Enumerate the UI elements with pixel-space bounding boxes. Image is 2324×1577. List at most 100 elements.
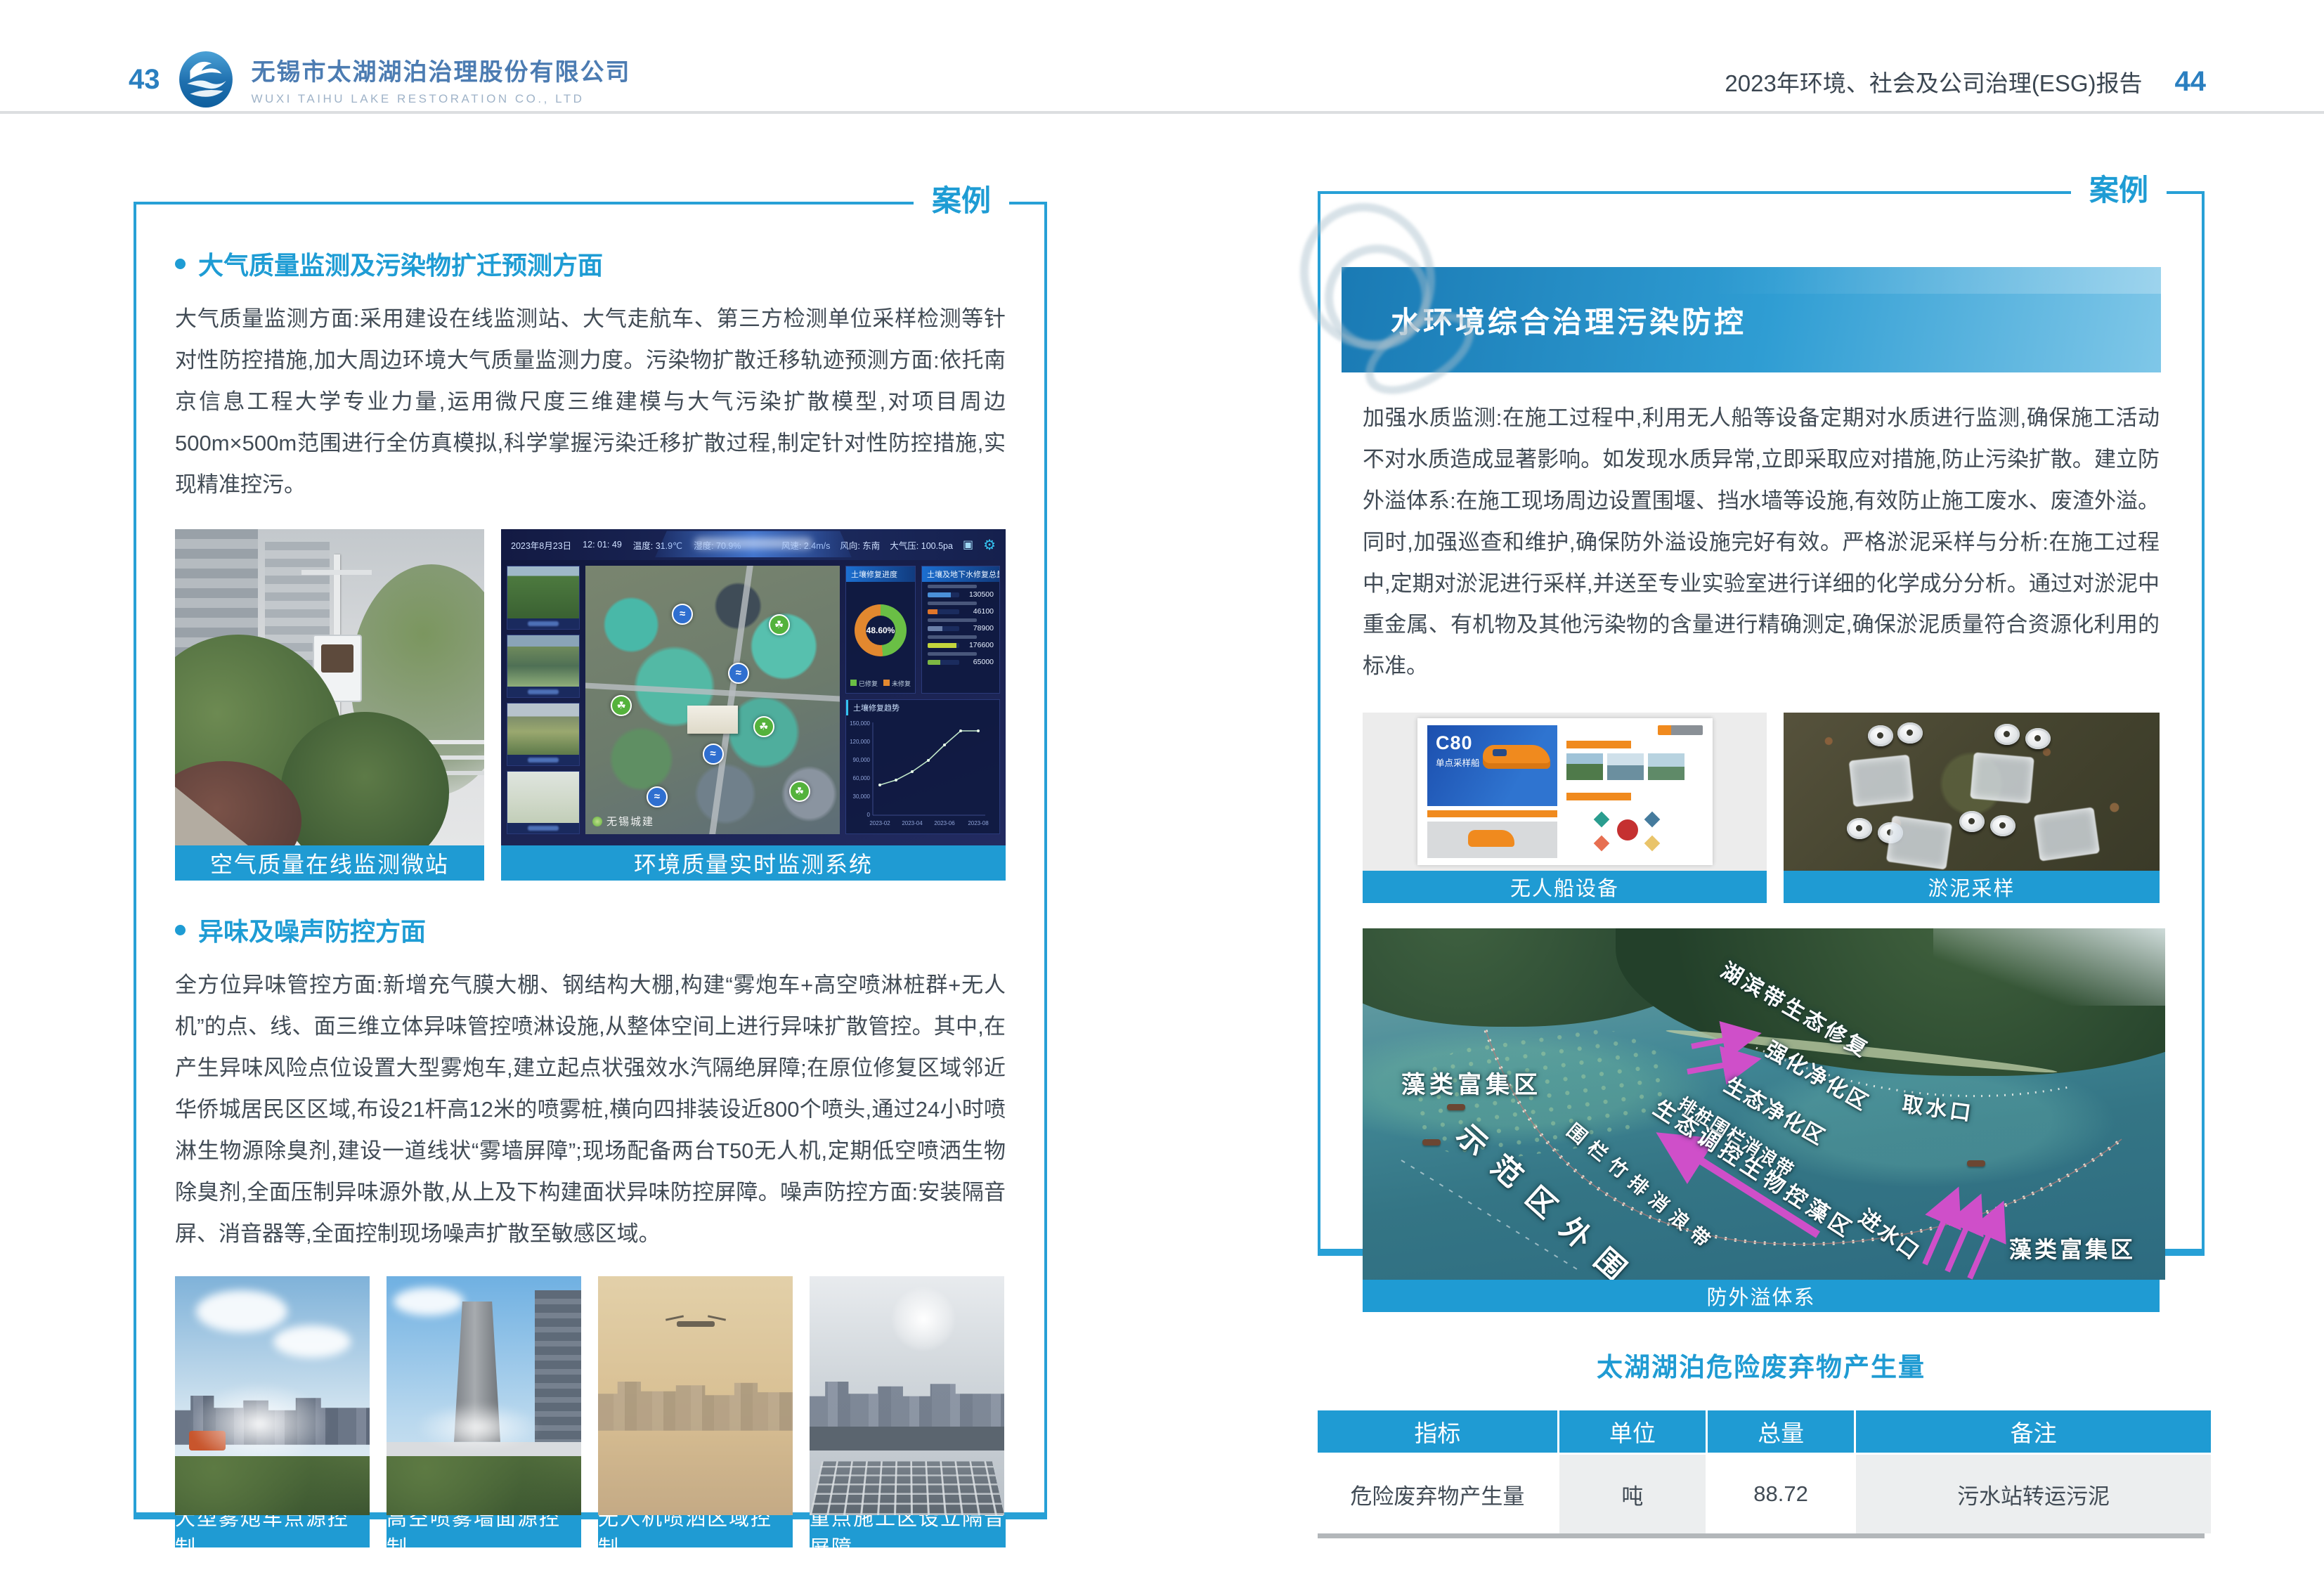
table-cell-indicator: 危险废弃物产生量 <box>1318 1455 1557 1533</box>
monitor-icon[interactable]: ▣ <box>963 538 973 552</box>
svg-text:2023-04: 2023-04 <box>902 820 923 826</box>
header-divider <box>0 111 2324 114</box>
svg-text:90,000: 90,000 <box>853 757 871 763</box>
svg-text:0: 0 <box>867 812 871 818</box>
brochure-bar <box>1566 793 1631 800</box>
paragraph-air-quality: 大气质量监测方面:采用建设在线监测站、大气走航车、第三方检测单位采样检测等针对性… <box>175 299 1006 505</box>
svg-text:120,000: 120,000 <box>850 739 870 745</box>
brochure-diamond-diagram <box>1573 808 1679 853</box>
brochure-header: C80 单点采样船 <box>1427 725 1557 806</box>
case-box-water-env: 案例 水环境综合治理污染防控 加强水质监测:在施工过程中,利用无人船等设备定期对… <box>1318 191 2205 1256</box>
left-page-header: 43 无锡市太湖湖泊治理股份有限公司 WUXI TAIHU LAKE RESTO… <box>129 51 631 108</box>
map-watermark: 无锡城建 <box>592 814 654 829</box>
progress-donut-chart: 48.60% <box>855 604 907 656</box>
section-heading-odor: 异味及噪声防控方面 <box>175 911 1006 948</box>
dashboard-satellite-map[interactable]: ≈ ≈ ≈ ≈ ☘ ☘ ☘ ☘ 无锡城建 <box>585 566 840 834</box>
brand-logo-icon <box>1658 725 1703 735</box>
bush-shape <box>175 1456 370 1515</box>
company-name-en: WUXI TAIHU LAKE RESTORATION CO., LTD <box>252 92 631 106</box>
map-marker-water[interactable]: ≈ <box>672 604 693 625</box>
panel-title: 土壤修复进度 <box>846 566 915 582</box>
photo-row-controls: 大型雾炮车点源控制 高空喷雾墙面源控制 <box>175 1276 1006 1547</box>
gear-icon[interactable]: ⚙ <box>983 536 996 554</box>
camera-thumb[interactable] <box>507 703 580 766</box>
haze-overlay <box>598 1276 793 1515</box>
table-header-indicator: 指标 <box>1318 1410 1557 1453</box>
bush-shape <box>387 1456 581 1515</box>
figure-sludge: 淤泥采样 <box>1784 713 2160 903</box>
dashboard-date: 2023年8月23日 <box>511 538 571 552</box>
photo-sludge-sampling <box>1784 713 2160 871</box>
figure-boat-poster: C80 单点采样船 <box>1363 713 1767 903</box>
svg-text:2023-02: 2023-02 <box>869 820 890 826</box>
section-banner: 水环境综合治理污染防控 <box>1342 267 2161 372</box>
panel-title: 土壤及地下水修复总量 <box>922 566 999 582</box>
caption-dashboard: 环境质量实时监测系统 <box>501 845 1006 881</box>
camera-thumb[interactable] <box>507 566 580 629</box>
bar-value: 78900 <box>963 624 994 632</box>
monitoring-dashboard: 2023年8月23日 12: 01: 49 温度: 31.9℃ 湿度: 70.9… <box>501 529 1006 845</box>
caption-boat: 无人船设备 <box>1363 871 1767 903</box>
trend-line-chart: 150,000 120,000 90,000 60,000 30,000 0 <box>846 715 992 832</box>
photo-lake-diagram: 藻类富集区 湖滨带生态修复 强化净化区 生态净化区 排桩围栏消浪带 取水口 生态… <box>1363 928 2165 1280</box>
map-marker-water[interactable]: ≈ <box>728 663 749 684</box>
svg-text:2023-08: 2023-08 <box>968 820 989 826</box>
company-name-block: 无锡市太湖湖泊治理股份有限公司 WUXI TAIHU LAKE RESTORAT… <box>252 53 631 106</box>
map-marker-air[interactable]: ☘ <box>753 716 774 737</box>
boat-brochure: C80 单点采样船 <box>1417 718 1713 865</box>
photo-row-sampling: C80 单点采样船 <box>1363 713 2160 903</box>
table-header-total: 总量 <box>1708 1410 1854 1453</box>
table-header-note: 备注 <box>1856 1410 2211 1453</box>
brochure-bar <box>1427 810 1557 817</box>
donut-value: 48.60% <box>855 604 907 656</box>
right-page-header: 2023年环境、社会及公司治理(ESG)报告 44 <box>1725 65 2206 98</box>
lake-label-algae-right: 藻类富集区 <box>2009 1232 2136 1264</box>
paragraph-odor-noise: 全方位异味管控方面:新增充气膜大棚、钢结构大棚,构建“雾炮车+高空喷淋桩群+无人… <box>175 965 1006 1254</box>
caption-fog-cannon: 大型雾炮车点源控制 <box>175 1515 370 1547</box>
map-marker-water[interactable]: ≈ <box>703 744 724 765</box>
map-marker-air[interactable]: ☘ <box>789 781 810 802</box>
camera-thumb[interactable] <box>507 771 580 834</box>
figure-sound-barrier: 重点施工区设立隔音屏障 <box>810 1276 1006 1547</box>
brochure-bar <box>1566 741 1631 748</box>
section-title-odor: 异味及噪声防控方面 <box>198 911 426 948</box>
page-number-right: 44 <box>2175 66 2207 98</box>
skyline-shape <box>810 1382 1004 1431</box>
brochure-thumbs <box>1566 753 1684 780</box>
table-header-unit: 单位 <box>1559 1410 1706 1453</box>
section-heading-air: 大气质量监测及污染物扩迁预测方面 <box>175 245 1006 282</box>
caption-sludge: 淤泥采样 <box>1784 871 2160 903</box>
case-label-left: 案例 <box>914 183 1009 219</box>
paragraph-water-quality: 加强水质监测:在施工过程中,利用无人船等设备定期对水质进行监测,确保施工活动不对… <box>1363 398 2160 687</box>
map-road <box>709 566 753 834</box>
case-box-air-quality: 案例 大气质量监测及污染物扩迁预测方面 大气质量监测方面:采用建设在线监测站、大… <box>134 202 1047 1519</box>
leaf-logo-icon <box>592 817 602 826</box>
map-marker-air[interactable]: ☘ <box>611 695 632 716</box>
page-number-left: 43 <box>129 64 160 96</box>
hazardous-waste-table-block: 太湖湖泊危险废弃物产生量 指标 单位 总量 备注 危险废弃物产生量 吨 88.7… <box>1318 1346 2205 1538</box>
svg-text:60,000: 60,000 <box>853 775 871 781</box>
table-bottom-rule <box>1318 1533 2205 1538</box>
camera-thumb[interactable] <box>507 635 580 698</box>
report-spread: 43 无锡市太湖湖泊治理股份有限公司 WUXI TAIHU LAKE RESTO… <box>0 0 2324 1577</box>
photo-air-station <box>175 529 484 845</box>
case-label-right: 案例 <box>2071 173 2167 208</box>
photo-drone-spray <box>598 1276 793 1515</box>
table-cell-total: 88.72 <box>1708 1455 1854 1533</box>
spray-shape <box>415 1403 541 1452</box>
svg-text:30,000: 30,000 <box>853 793 871 800</box>
map-building <box>687 706 738 734</box>
photo-sound-barrier <box>810 1276 1004 1515</box>
banner-title: 水环境综合治理污染防控 <box>1391 299 1746 342</box>
company-name-cn: 无锡市太湖湖泊治理股份有限公司 <box>252 53 631 87</box>
dashboard-time: 12: 01: 49 <box>583 540 622 550</box>
table-cell-unit: 吨 <box>1559 1455 1706 1533</box>
bullet-dot-icon <box>175 259 186 269</box>
table-cell-note: 污水站转运污泥 <box>1856 1455 2211 1533</box>
lake-label-algae-left: 藻类富集区 <box>1401 1065 1542 1100</box>
map-marker-water[interactable]: ≈ <box>647 786 668 807</box>
map-marker-air[interactable]: ☘ <box>769 614 790 635</box>
caption-lake: 防外溢体系 <box>1363 1280 2160 1312</box>
figure-fog-cannon: 大型雾炮车点源控制 <box>175 1276 370 1547</box>
sun-shape <box>892 1287 955 1351</box>
